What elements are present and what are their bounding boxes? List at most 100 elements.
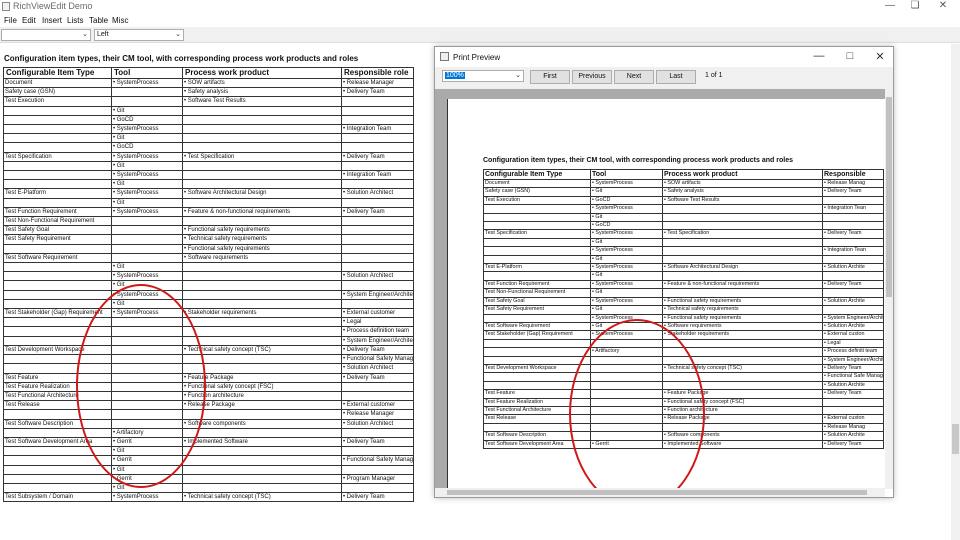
table-cell[interactable] (3, 464, 112, 475)
table-cell[interactable]: • Functional Safe Manager (822, 372, 884, 382)
scrollbar-thumb[interactable] (952, 424, 959, 454)
table-cell[interactable]: Safety case (GSN) (3, 87, 112, 98)
table-cell[interactable] (341, 216, 414, 227)
table-cell[interactable] (111, 234, 183, 245)
table-cell[interactable]: Test E-Platform (483, 263, 591, 273)
table-cell[interactable]: • Technical safety requirements (182, 234, 342, 245)
table-cell[interactable]: • Delivery Team (822, 187, 884, 197)
table-cell[interactable]: Test Safety Goal (483, 296, 591, 307)
table-cell[interactable] (3, 243, 112, 254)
table-cell[interactable]: • System Engineer/Archite (822, 355, 884, 365)
table-cell[interactable] (483, 246, 591, 256)
table-cell[interactable] (182, 354, 342, 365)
table-cell[interactable]: • Git (590, 254, 663, 265)
table-cell[interactable] (182, 482, 342, 494)
table-cell[interactable]: • Release Package (182, 400, 342, 411)
table-cell[interactable] (3, 105, 112, 116)
table-cell[interactable] (182, 160, 342, 172)
table-cell[interactable] (182, 298, 342, 310)
table-cell[interactable]: • GoCD (111, 114, 183, 126)
table-cell[interactable]: • Integration Tean (822, 204, 884, 214)
table-cell[interactable]: • Software Architectural Design (182, 188, 342, 199)
table-cell[interactable]: • Delivery Team (341, 436, 414, 448)
table-cell[interactable] (182, 427, 342, 438)
table-cell[interactable]: • Functional Safety Manager (341, 354, 414, 365)
table-cell[interactable]: • Git (111, 105, 183, 116)
table-cell[interactable]: Test Development Workspace (483, 363, 591, 374)
table-cell[interactable]: • Delivery Team (822, 279, 884, 290)
table-cell[interactable]: • Release Manag (822, 422, 884, 433)
scrollbar-thumb[interactable] (447, 490, 867, 495)
table-cell[interactable] (483, 212, 591, 223)
table-cell[interactable]: • Software requirements (182, 252, 342, 264)
table-cell[interactable]: Test Software Requirement (3, 252, 112, 264)
table-cell[interactable] (341, 280, 414, 291)
table-cell[interactable] (182, 446, 342, 457)
table-cell[interactable]: • Integration Team (341, 124, 414, 135)
menu-misc[interactable]: Misc (112, 16, 128, 25)
table-cell[interactable] (3, 197, 112, 208)
table-cell[interactable]: • Git (111, 133, 183, 144)
table-cell[interactable]: Test Software Requirement (483, 321, 591, 332)
table-cell[interactable] (111, 216, 183, 227)
table-cell[interactable] (341, 252, 414, 264)
table-cell[interactable] (182, 289, 342, 300)
last-page-button[interactable]: Last (656, 70, 696, 84)
table-cell[interactable]: • Process definition team (341, 326, 414, 337)
table-cell[interactable] (822, 212, 884, 223)
menu-insert[interactable]: Insert (42, 16, 62, 25)
table-cell[interactable] (3, 280, 112, 291)
table-cell[interactable]: • Software components (182, 418, 342, 429)
table-cell[interactable]: • Integration Tean (822, 246, 884, 256)
minimize-icon[interactable]: — (880, 0, 900, 11)
table-cell[interactable]: • Safety analysis (662, 187, 823, 197)
table-cell[interactable] (182, 262, 342, 273)
table-cell[interactable]: • Feature & non-functional requirements (182, 206, 342, 218)
table-cell[interactable]: • Integration Team (341, 170, 414, 181)
table-cell[interactable] (662, 237, 823, 248)
table-cell[interactable] (182, 326, 342, 337)
zoom-combo[interactable]: 100% ⌄ (442, 70, 524, 82)
table-cell[interactable] (111, 96, 183, 107)
table-cell[interactable]: • Solution Archite (822, 321, 884, 332)
table-cell[interactable] (341, 114, 414, 126)
table-cell[interactable]: Safety case (GSN) (483, 187, 591, 197)
table-cell[interactable] (341, 464, 414, 475)
table-cell[interactable]: Test Safety Requirement (483, 305, 591, 315)
table-cell[interactable] (662, 254, 823, 265)
table-cell[interactable] (3, 473, 112, 484)
table-cell[interactable] (662, 221, 823, 231)
table-cell[interactable]: • Functional safety requirements (182, 225, 342, 236)
table-cell[interactable] (822, 405, 884, 416)
menu-file[interactable]: File (4, 16, 17, 25)
table-cell[interactable]: • Git (111, 160, 183, 172)
table-cell[interactable] (182, 170, 342, 181)
table-cell[interactable]: Test Non-Functional Requirement (483, 288, 591, 298)
table-cell[interactable]: • Functional safety requirements (662, 296, 823, 307)
table-cell[interactable]: • Delivery Team (341, 87, 414, 98)
table-cell[interactable] (483, 237, 591, 248)
table-cell[interactable] (3, 133, 112, 144)
table-cell[interactable]: • SystemProcess (111, 151, 183, 162)
table-cell[interactable] (3, 124, 112, 135)
table-cell[interactable] (111, 243, 183, 254)
table-cell[interactable] (822, 221, 884, 231)
table-cell[interactable]: • SystemProcess (590, 178, 663, 189)
table-cell[interactable]: • Function architecture (182, 390, 342, 402)
maximize-icon[interactable]: □ (841, 50, 859, 62)
table-cell[interactable] (483, 338, 591, 349)
alignment-combo[interactable]: Left ⌄ (94, 29, 184, 41)
table-cell[interactable]: • Solution Archite (822, 296, 884, 307)
maximize-icon[interactable]: ❏ (905, 0, 925, 11)
table-cell[interactable]: • SystemProcess (111, 271, 183, 282)
table-cell[interactable]: • External customer (341, 308, 414, 319)
table-cell[interactable]: Test Stakeholder (Gap) Requirement (483, 330, 591, 340)
table-cell[interactable]: • System Engineer/Archite (822, 313, 884, 323)
table-cell[interactable]: • Stakeholder requirements (662, 330, 823, 340)
table-cell[interactable] (3, 482, 112, 494)
table-cell[interactable]: Test Specification (3, 151, 112, 162)
table-cell[interactable] (3, 142, 112, 153)
table-cell[interactable] (111, 87, 183, 98)
table-cell[interactable]: • Solution Architect (341, 271, 414, 282)
table-cell[interactable] (341, 482, 414, 494)
